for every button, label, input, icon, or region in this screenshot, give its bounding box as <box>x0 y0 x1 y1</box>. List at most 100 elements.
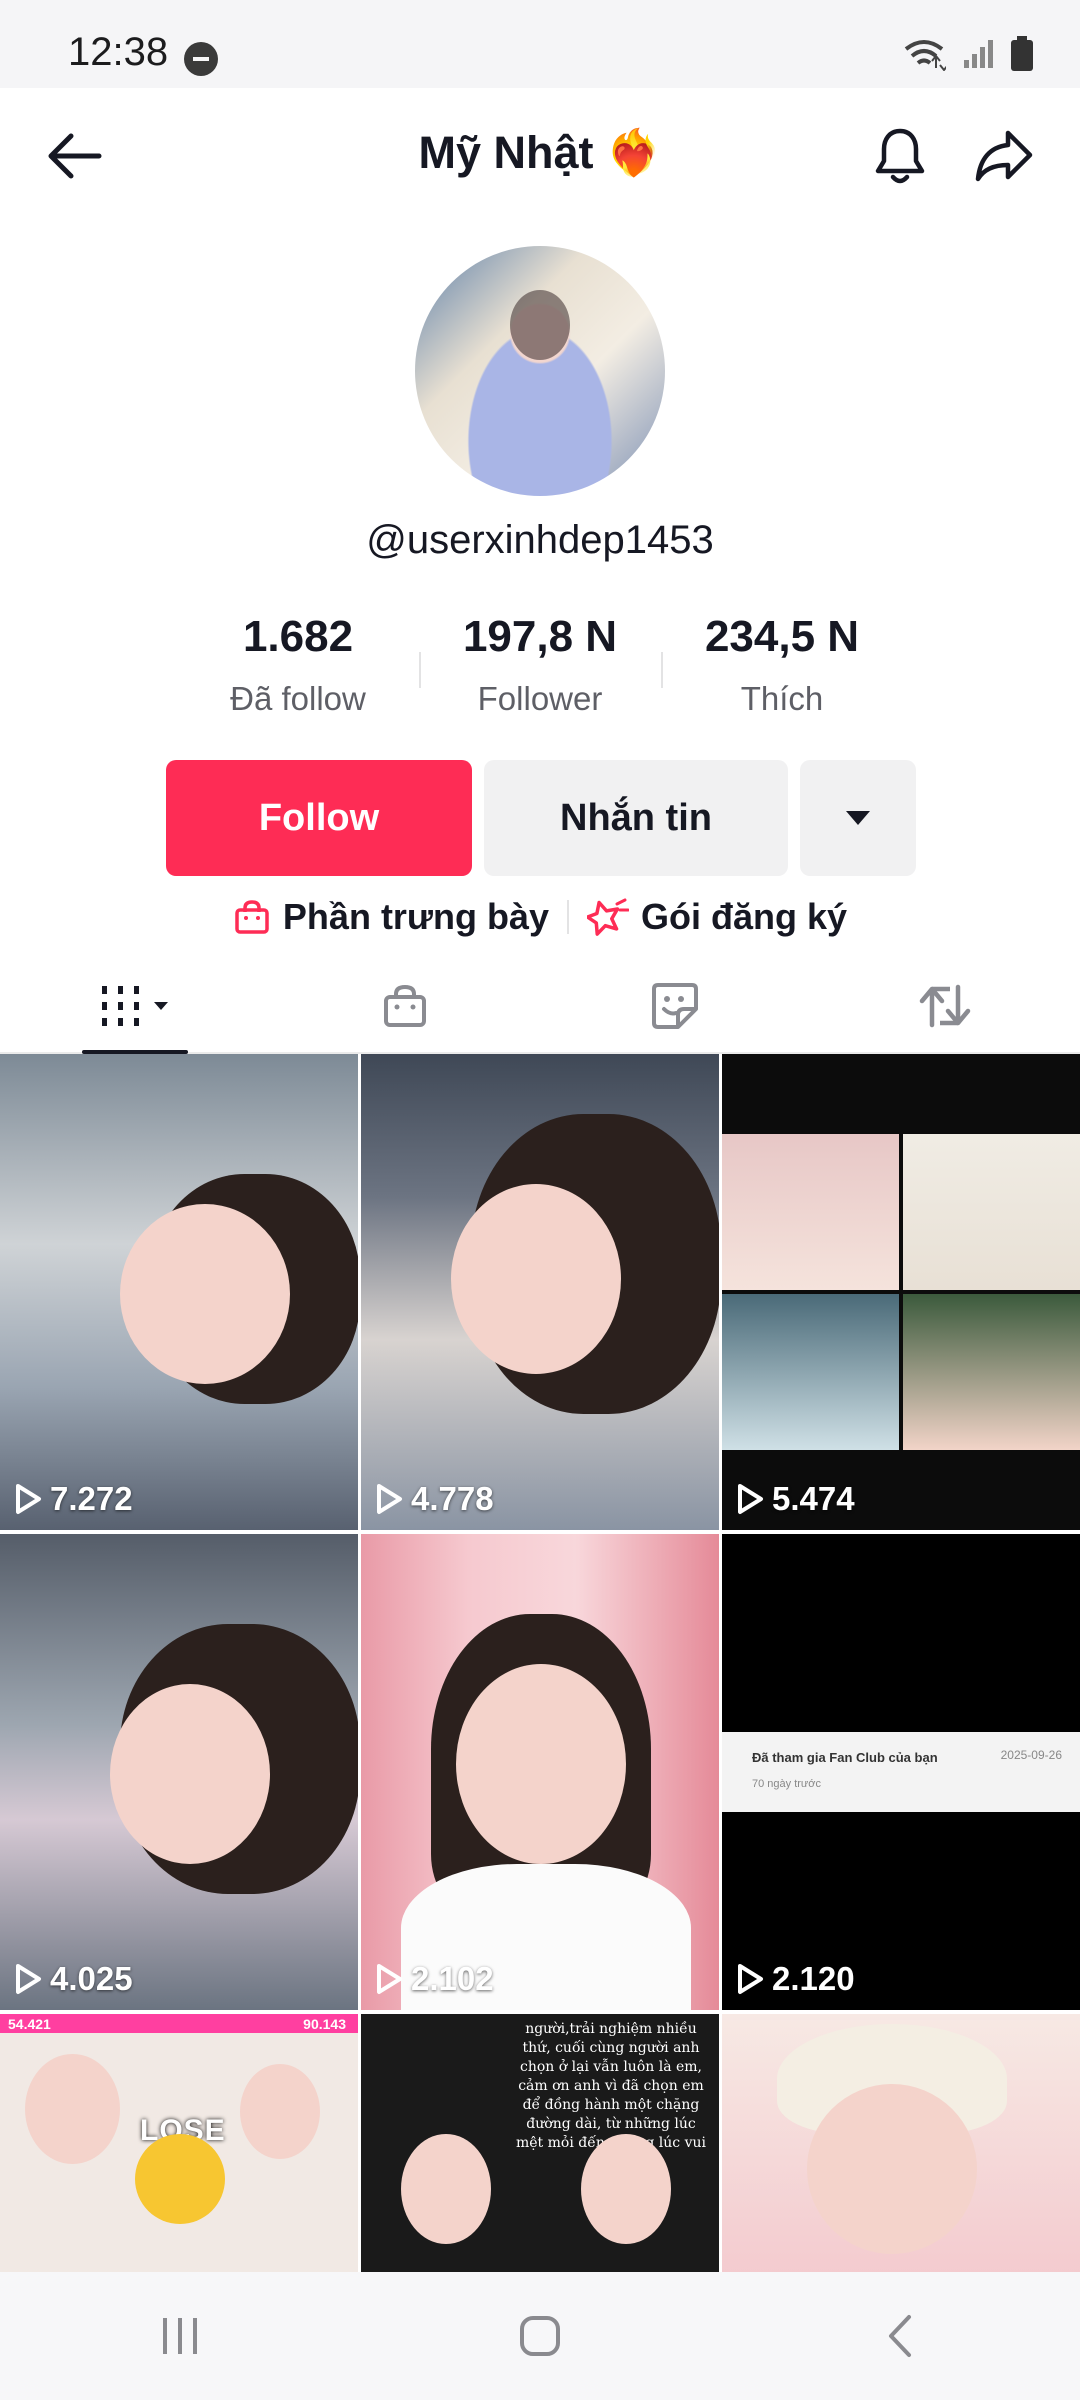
video-thumbnail-face <box>581 2134 671 2244</box>
view-count: 4.025 <box>14 1960 133 1998</box>
video-thumbnail-face <box>807 2084 977 2254</box>
profile-links: Phần trưng bày Gói đăng ký <box>0 896 1080 938</box>
video-tile[interactable]: 5.474 <box>722 1054 1080 1530</box>
message-button[interactable]: Nhắn tin <box>484 760 788 876</box>
caret-down-icon <box>846 811 870 825</box>
video-tile[interactable]: 4.778 <box>361 1054 719 1530</box>
view-count: 2.102 <box>375 1960 494 1998</box>
video-tile[interactable]: người,trải nghiệm nhiều thứ, cuối cùng n… <box>361 2014 719 2272</box>
play-icon <box>16 1484 41 1514</box>
video-tile[interactable]: 54.421 90.143 LOSE <box>0 2014 358 2272</box>
subscription-label: Gói đăng ký <box>641 896 848 937</box>
system-back-button[interactable] <box>840 2291 960 2381</box>
video-thumbnail-face <box>120 1204 290 1384</box>
profile-stats: 1.682 Đã follow 197,8 N Follower 234,5 N… <box>0 612 1080 718</box>
stat-label: Đã follow <box>230 680 366 717</box>
stat-label: Thích <box>740 680 824 717</box>
view-count-text: 5.474 <box>772 1480 855 1517</box>
stat-value: 197,8 N <box>462 612 618 661</box>
video-tile[interactable]: 2.102 <box>361 1534 719 2010</box>
video-grid: 7.272 4.778 5.474 4.025 2.102 Đã tham gi… <box>0 1054 1080 2272</box>
score-right: 90.143 <box>303 2016 346 2032</box>
video-tile[interactable]: 4.025 <box>0 1534 358 2010</box>
fan-club-date: 2025-09-26 <box>1000 1748 1062 1762</box>
tab-reposts[interactable] <box>810 960 1080 1052</box>
subscription-link[interactable]: Gói đăng ký <box>587 896 847 938</box>
stat-followers[interactable]: 197,8 N Follower <box>419 612 661 718</box>
repost-icon <box>919 984 971 1028</box>
video-thumbnail-face <box>25 2054 120 2164</box>
sticker-icon <box>652 983 698 1029</box>
wifi-icon <box>904 40 946 71</box>
notification-button[interactable] <box>862 118 938 194</box>
tab-stickers[interactable] <box>540 960 810 1052</box>
profile-header: Mỹ Nhật ❤️‍🔥 <box>0 88 1080 224</box>
home-icon <box>520 2316 560 2356</box>
battery-icon <box>1011 36 1033 71</box>
share-button[interactable] <box>966 118 1042 194</box>
view-count: 5.474 <box>736 1480 855 1518</box>
collage-cell <box>722 1134 899 1290</box>
fan-club-card: Đã tham gia Fan Club của bạn 2025-09-26 … <box>722 1732 1080 1812</box>
stat-likes[interactable]: 234,5 N Thích <box>661 612 903 718</box>
showcase-link[interactable]: Phần trưng bày <box>233 896 549 938</box>
view-count: 4.778 <box>375 1480 494 1518</box>
username: @userxinhdep1453 <box>366 518 714 562</box>
stat-following[interactable]: 1.682 Đã follow <box>177 612 419 718</box>
collage-cell <box>722 1294 899 1450</box>
video-tile[interactable] <box>722 2014 1080 2272</box>
view-count-text: 7.272 <box>50 1480 133 1517</box>
star-badge-icon <box>587 898 630 936</box>
collage-cell <box>903 1134 1080 1290</box>
stat-value: 234,5 N <box>704 612 860 661</box>
shop-icon <box>384 984 426 1027</box>
view-count-text: 2.120 <box>772 1960 855 1997</box>
play-icon <box>377 1484 402 1514</box>
video-tile[interactable]: 7.272 <box>0 1054 358 1530</box>
profile-tabs <box>0 960 1080 1054</box>
bell-icon <box>875 128 925 184</box>
recent-apps-icon <box>163 2318 197 2354</box>
fan-club-text: Đã tham gia Fan Club của bạn <box>752 1750 938 1765</box>
play-icon <box>16 1964 41 1994</box>
video-thumbnail-face <box>110 1684 270 1864</box>
back-icon <box>889 2315 911 2357</box>
signal-icon <box>964 40 993 68</box>
share-icon <box>975 130 1033 182</box>
follow-button[interactable]: Follow <box>166 760 472 876</box>
score-left: 54.421 <box>8 2016 51 2032</box>
stat-value: 1.682 <box>242 612 354 661</box>
status-time: 12:38 <box>68 30 169 74</box>
profile-actions: Follow Nhắn tin <box>166 760 916 876</box>
avatar[interactable] <box>415 246 665 496</box>
view-count-text: 4.778 <box>411 1480 494 1517</box>
video-tile[interactable]: Đã tham gia Fan Club của bạn 2025-09-26 … <box>722 1534 1080 2010</box>
play-icon <box>377 1964 402 1994</box>
emoji-sticker <box>135 2134 225 2224</box>
home-button[interactable] <box>480 2291 600 2381</box>
video-thumbnail-collage <box>722 1054 1080 1530</box>
video-thumbnail-face <box>451 1184 621 1374</box>
tab-videos[interactable] <box>0 960 270 1054</box>
status-icons <box>902 36 1034 72</box>
link-divider <box>567 900 570 934</box>
showcase-label: Phần trưng bày <box>282 896 550 937</box>
play-icon <box>738 1964 763 1994</box>
grid-icon <box>102 986 168 1026</box>
recent-apps-button[interactable] <box>120 2291 240 2381</box>
view-count: 2.120 <box>736 1960 855 1998</box>
collage-cell <box>903 1294 1080 1450</box>
profile-name: Mỹ Nhật <box>418 126 594 178</box>
status-bar: 12:38 <box>0 0 1080 88</box>
view-count-text: 4.025 <box>50 1960 133 1997</box>
stat-label: Follower <box>477 680 603 717</box>
view-count: 7.272 <box>14 1480 133 1518</box>
more-options-button[interactable] <box>800 760 916 876</box>
tab-shop[interactable] <box>270 960 540 1052</box>
do-not-disturb-icon <box>184 42 218 76</box>
view-count-text: 2.102 <box>411 1960 494 1997</box>
play-icon <box>738 1484 763 1514</box>
system-navigation-bar <box>0 2272 1080 2400</box>
fan-club-ago: 70 ngày trước <box>752 1778 821 1790</box>
video-thumbnail-face <box>456 1664 626 1864</box>
